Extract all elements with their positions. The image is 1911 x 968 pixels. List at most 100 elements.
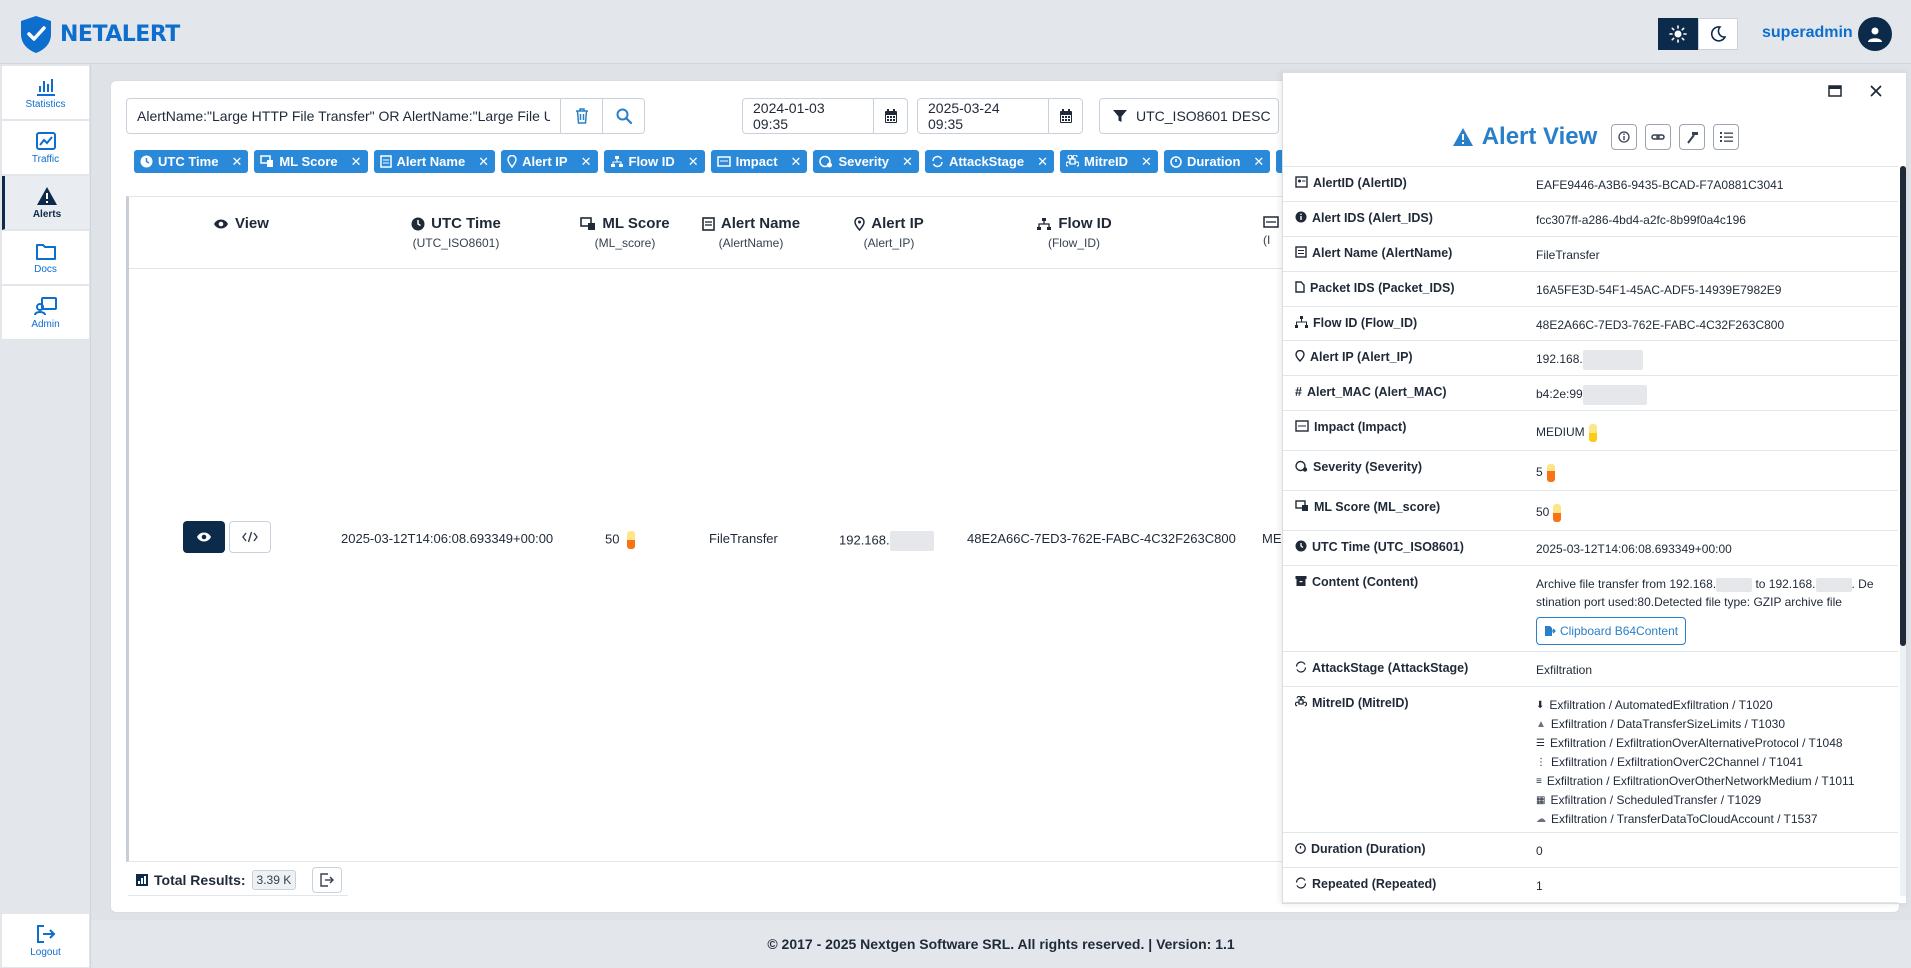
field-row-repeated: Repeated (Repeated) 1	[1283, 868, 1898, 903]
mitre-item[interactable]: ☁ Exfiltration / TransferDataToCloudAccou…	[1536, 810, 1890, 829]
date-to-calendar-button[interactable]	[1048, 99, 1082, 133]
remove-tag-icon[interactable]: ✕	[1141, 154, 1152, 170]
tag-flow-id[interactable]: Flow ID ✕	[603, 150, 705, 173]
field-value: Archive file transfer from 192.168. to 1…	[1524, 566, 1898, 651]
tag-duration[interactable]: Duration ✕	[1163, 150, 1271, 173]
field-value: ⬇ Exfiltration / AutomatedExfiltration / …	[1524, 687, 1898, 832]
tag-utc-time[interactable]: UTC Time ✕	[134, 150, 249, 173]
view-json-button[interactable]	[229, 521, 271, 553]
list-button[interactable]	[1713, 124, 1740, 150]
clear-search-button[interactable]	[560, 99, 602, 133]
remove-tag-icon[interactable]: ✕	[351, 154, 362, 170]
content-line-2: stination port used:80.Detected file typ…	[1536, 595, 1842, 609]
severity-icon	[1295, 460, 1308, 472]
mitre-item[interactable]: ▲ Exfiltration / DataTransferSizeLimits /…	[1536, 715, 1890, 734]
field-label: Duration (Duration)	[1311, 842, 1426, 856]
remove-tag-icon[interactable]: ✕	[478, 154, 489, 170]
sidebar-item-alerts[interactable]: Alerts	[2, 176, 89, 230]
field-row-alert-ip: Alert IP (Alert_IP) 192.168.	[1283, 341, 1898, 376]
mitre-item[interactable]: ≡ Exfiltration / ExfiltrationOverOtherNet…	[1536, 772, 1890, 791]
tag-ml-score[interactable]: ML Score ✕	[254, 150, 368, 173]
info-icon	[1618, 131, 1630, 143]
export-button[interactable]	[312, 866, 343, 893]
remove-tag-icon[interactable]: ✕	[688, 154, 699, 170]
tag-severity[interactable]: Severity ✕	[813, 150, 919, 173]
sidebar-item-traffic[interactable]: Traffic	[2, 121, 89, 175]
sidebar-item-docs[interactable]: Docs	[2, 231, 89, 285]
remove-tag-icon[interactable]: ✕	[231, 154, 242, 170]
date-from-calendar-button[interactable]	[873, 99, 907, 133]
export-icon	[320, 872, 335, 887]
close-icon	[1870, 85, 1882, 97]
sidebar-item-label: Statistics	[25, 98, 66, 110]
field-value: 5	[1524, 451, 1898, 490]
user-avatar[interactable]	[1858, 17, 1892, 51]
search-input[interactable]	[127, 99, 560, 133]
light-mode-button[interactable]	[1658, 18, 1698, 50]
remove-tag-icon[interactable]: ✕	[791, 154, 802, 170]
tag-label: Impact	[735, 154, 778, 169]
clipboard-b64-button[interactable]: Clipboard B64Content	[1536, 617, 1687, 645]
mitre-item[interactable]: ⋮ Exfiltration / ExfiltrationOverC2Channe…	[1536, 753, 1890, 772]
remove-tag-icon[interactable]: ✕	[1037, 154, 1048, 170]
field-value: 0	[1536, 844, 1543, 858]
logout-button[interactable]: Logout	[2, 914, 89, 968]
close-button[interactable]	[1861, 77, 1891, 105]
date-to-value: 2025-03-24 09:35	[928, 100, 1000, 132]
tools-button[interactable]	[1679, 124, 1706, 150]
remove-tag-icon[interactable]: ✕	[1253, 154, 1264, 170]
sliders-icon: ≡	[1536, 776, 1542, 787]
tag-alert-name[interactable]: Alert Name ✕	[373, 150, 496, 173]
field-label: Alert IDS (Alert_IDS)	[1312, 211, 1433, 225]
sidebar-item-statistics[interactable]: Statistics	[2, 66, 89, 120]
link-button[interactable]	[1645, 124, 1672, 150]
redacted-block	[889, 531, 934, 551]
field-label: AlertID (AlertID)	[1313, 176, 1407, 190]
nodes-icon: ⋮	[1536, 757, 1546, 768]
document-icon	[379, 155, 392, 168]
line-chart-icon	[35, 131, 56, 150]
eye-icon	[197, 532, 211, 542]
field-value: 2025-03-12T14:06:08.693349+00:00	[1536, 542, 1732, 556]
view-alert-button[interactable]	[183, 521, 225, 553]
mitre-item[interactable]: ▦ Exfiltration / ScheduledTransfer / T102…	[1536, 791, 1890, 810]
panel-scrollbar-thumb[interactable]	[1900, 166, 1906, 646]
brand[interactable]: NETALERT	[18, 14, 180, 54]
ml-icon	[260, 155, 274, 167]
ml-score-bar-fill	[1553, 512, 1562, 522]
tag-attackstage[interactable]: AttackStage ✕	[924, 150, 1054, 173]
stopwatch-icon	[1295, 843, 1306, 854]
date-to-field[interactable]: 2025-03-24 09:35	[917, 98, 1083, 134]
dark-mode-button[interactable]	[1698, 18, 1738, 50]
field-row-severity: Severity (Severity) 5	[1283, 451, 1898, 491]
remove-tag-icon[interactable]: ✕	[581, 154, 592, 170]
mitre-item[interactable]: ☰ Exfiltration / ExfiltrationOverAlternat…	[1536, 734, 1890, 753]
field-label: AttackStage (AttackStage)	[1312, 661, 1469, 675]
sidebar-item-admin[interactable]: Admin	[2, 286, 89, 340]
tag-alert-ip[interactable]: Alert IP ✕	[501, 150, 598, 173]
info-circle-icon	[1295, 211, 1307, 223]
alert-ip-value: 192.168.	[1536, 352, 1583, 367]
clipboard-button-label: Clipboard B64Content	[1560, 624, 1679, 638]
info-button[interactable]	[1611, 124, 1638, 150]
user-name[interactable]: superadmin	[1762, 24, 1853, 42]
tag-mitreid[interactable]: MitreID ✕	[1059, 150, 1158, 173]
sort-select[interactable]: UTC_ISO8601 DESC	[1099, 98, 1279, 134]
sidebar: Statistics Traffic Alerts Docs Admin Log…	[0, 64, 91, 968]
tag-impact[interactable]: Impact ✕	[710, 150, 808, 173]
redacted-block	[1815, 577, 1852, 592]
field-value: 192.168.	[1524, 341, 1898, 375]
remove-tag-icon[interactable]: ✕	[902, 154, 913, 170]
stopwatch-icon	[1170, 156, 1182, 168]
mitre-item[interactable]: ⬇ Exfiltration / AutomatedExfiltration / …	[1536, 696, 1890, 715]
date-from-field[interactable]: 2024-01-03 09:35	[742, 98, 908, 134]
field-value: MEDIUM	[1524, 411, 1898, 450]
field-value: 1	[1536, 879, 1543, 893]
panel-scrollbar[interactable]	[1900, 166, 1906, 896]
total-results-label: Total Results:	[154, 871, 246, 888]
maximize-button[interactable]	[1820, 77, 1850, 105]
field-value: b4:2e:99	[1524, 376, 1898, 410]
redacted-block	[1716, 577, 1753, 592]
search-button[interactable]	[602, 99, 644, 133]
redacted-block	[1582, 350, 1643, 370]
